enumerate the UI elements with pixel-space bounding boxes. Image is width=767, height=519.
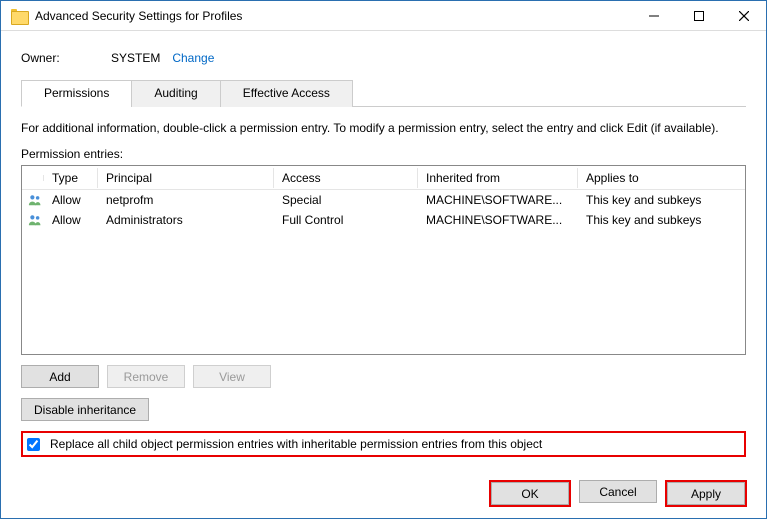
col-inherited-from[interactable]: Inherited from [418,168,578,188]
grid-header: Type Principal Access Inherited from App… [22,166,745,190]
owner-label: Owner: [21,51,111,65]
cell-principal: Administrators [98,211,274,229]
tab-effective-access[interactable]: Effective Access [220,80,353,107]
add-button[interactable]: Add [21,365,99,388]
col-type[interactable]: Type [44,168,98,188]
cell-type: Allow [44,191,98,209]
disable-inheritance-button[interactable]: Disable inheritance [21,398,149,421]
apply-button[interactable]: Apply [667,482,745,505]
info-text: For additional information, double-click… [21,121,746,135]
cell-access: Full Control [274,211,418,229]
titlebar: Advanced Security Settings for Profiles [1,1,766,31]
permission-entries-grid[interactable]: Type Principal Access Inherited from App… [21,165,746,355]
dialog-footer: OK Cancel Apply [489,480,747,507]
table-row[interactable]: AllownetprofmSpecialMACHINE\SOFTWARE...T… [22,190,745,210]
view-button: View [193,365,271,388]
replace-child-entries-row[interactable]: Replace all child object permission entr… [21,431,746,457]
minimize-button[interactable] [631,1,676,31]
tabs: Permissions Auditing Effective Access [21,79,746,107]
cell-applies-to: This key and subkeys [578,211,745,229]
close-button[interactable] [721,1,766,31]
col-applies-to[interactable]: Applies to [578,168,745,188]
col-principal[interactable]: Principal [98,168,274,188]
col-icon[interactable] [22,175,44,181]
maximize-button[interactable] [676,1,721,31]
tab-auditing[interactable]: Auditing [131,80,220,107]
window-title: Advanced Security Settings for Profiles [35,9,631,23]
people-icon [22,211,44,229]
cell-principal: netprofm [98,191,274,209]
owner-row: Owner: SYSTEM Change [21,51,746,65]
folder-icon [11,9,27,23]
cancel-button[interactable]: Cancel [579,480,657,503]
col-access[interactable]: Access [274,168,418,188]
cell-access: Special [274,191,418,209]
ok-button[interactable]: OK [491,482,569,505]
remove-button: Remove [107,365,185,388]
table-row[interactable]: AllowAdministratorsFull ControlMACHINE\S… [22,210,745,230]
permission-entries-label: Permission entries: [21,147,746,161]
change-owner-link[interactable]: Change [172,51,214,65]
tab-permissions[interactable]: Permissions [21,80,132,107]
replace-child-entries-checkbox[interactable] [27,438,40,451]
people-icon [22,191,44,209]
cell-inherited-from: MACHINE\SOFTWARE... [418,191,578,209]
owner-value: SYSTEM [111,51,160,65]
replace-child-entries-label: Replace all child object permission entr… [50,437,542,451]
cell-type: Allow [44,211,98,229]
cell-applies-to: This key and subkeys [578,191,745,209]
cell-inherited-from: MACHINE\SOFTWARE... [418,211,578,229]
